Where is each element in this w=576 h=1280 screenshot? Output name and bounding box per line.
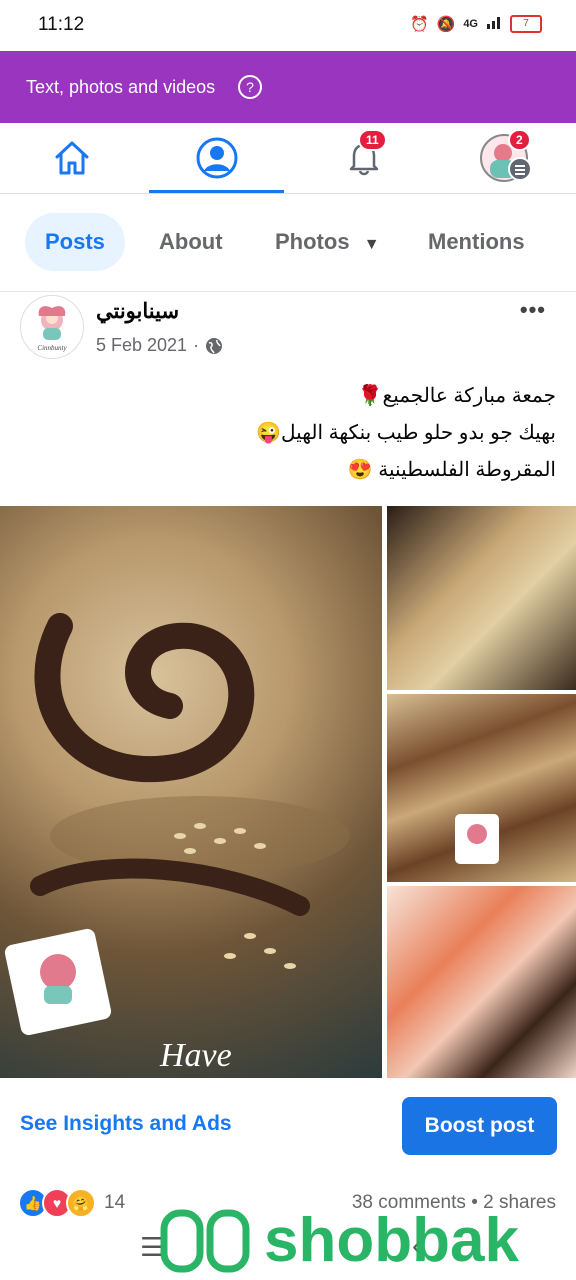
see-insights-link[interactable]: See Insights and Ads bbox=[20, 1112, 232, 1136]
nav-profile[interactable] bbox=[149, 123, 284, 193]
status-time: 11:12 bbox=[38, 14, 85, 35]
tab-about[interactable]: About bbox=[139, 213, 243, 271]
nav-notifications[interactable]: 11 bbox=[296, 123, 431, 193]
signal-icon bbox=[486, 14, 502, 34]
cinnbunty-logo: Cinnbunty bbox=[21, 296, 83, 358]
menu-icon bbox=[508, 157, 532, 181]
cookie-swirl-image: Have bbox=[4, 613, 350, 1074]
nav-menu[interactable]: 2 bbox=[436, 123, 571, 193]
status-icons: ⏰ 🔕 4G 7 bbox=[410, 14, 542, 34]
alarm-icon: ⏰ bbox=[409, 16, 429, 33]
profile-tabs: Posts About Photos ▼ Mentions bbox=[0, 193, 576, 292]
photo-3[interactable] bbox=[387, 694, 576, 882]
status-bar: 11:12 ⏰ 🔕 4G 7 bbox=[0, 0, 576, 50]
post-meta: 5 Feb 2021 · bbox=[96, 335, 223, 356]
post-line: جمعة مباركة عالجميع🌹 bbox=[357, 385, 556, 407]
top-nav: 11 2 bbox=[0, 123, 576, 194]
shobbak-watermark: shobbak bbox=[160, 1200, 570, 1280]
post-line: بهيك جو بدو حلو طيب بنكهة الهيل😜 bbox=[256, 422, 556, 444]
network-label: 4G bbox=[463, 18, 478, 30]
photo-2[interactable] bbox=[387, 506, 576, 690]
post-actions: See Insights and Ads Boost post bbox=[0, 1078, 576, 1178]
reaction-icons[interactable]: 👍 ♥ 🤗 bbox=[18, 1188, 96, 1218]
photo-grid: Have bbox=[0, 506, 576, 1078]
post-body: جمعة مباركة عالجميع🌹 بهيك جو بدو حلو طيب… bbox=[16, 378, 556, 489]
care-icon: 🤗 bbox=[66, 1188, 96, 1218]
post-line: المقروطة الفلسطينية 😍 bbox=[347, 459, 556, 481]
banner-text: Text, photos and videos bbox=[26, 77, 216, 97]
reaction-count[interactable]: 14 bbox=[104, 1192, 125, 1214]
boost-post-button[interactable]: Boost post bbox=[402, 1097, 557, 1155]
watermark-text: shobbak bbox=[264, 1205, 519, 1275]
caret-down-icon: ▼ bbox=[363, 236, 380, 253]
photo-main[interactable]: Have bbox=[0, 506, 382, 1078]
tab-mentions[interactable]: Mentions bbox=[408, 213, 545, 271]
battery-icon: 7 bbox=[510, 15, 542, 33]
author-avatar[interactable]: Cinnbunty bbox=[20, 295, 84, 359]
help-icon[interactable]: ? bbox=[238, 75, 262, 99]
mute-icon: 🔕 bbox=[436, 16, 456, 33]
nav-home[interactable] bbox=[4, 123, 139, 193]
post-header: Cinnbunty سينابونتي 5 Feb 2021 · ••• bbox=[0, 291, 576, 371]
home-icon bbox=[55, 141, 88, 175]
composer-banner[interactable]: Text, photos and videos ? bbox=[0, 51, 576, 123]
post-author[interactable]: سينابونتي bbox=[96, 299, 179, 324]
menu-badge: 2 bbox=[508, 129, 531, 151]
tab-photos[interactable]: Photos ▼ bbox=[255, 213, 400, 271]
photo-overlay-text: Have bbox=[159, 1037, 232, 1074]
globe-icon bbox=[206, 337, 223, 354]
tab-posts[interactable]: Posts bbox=[25, 213, 125, 271]
more-options-button[interactable]: ••• bbox=[520, 297, 546, 323]
notifications-badge: 11 bbox=[358, 129, 387, 151]
shobbak-logo-icon bbox=[160, 1209, 250, 1273]
photo-4[interactable] bbox=[387, 886, 576, 1078]
post-date[interactable]: 5 Feb 2021 bbox=[96, 335, 187, 356]
svg-text:Cinnbunty: Cinnbunty bbox=[37, 344, 67, 352]
profile-icon bbox=[196, 137, 237, 179]
